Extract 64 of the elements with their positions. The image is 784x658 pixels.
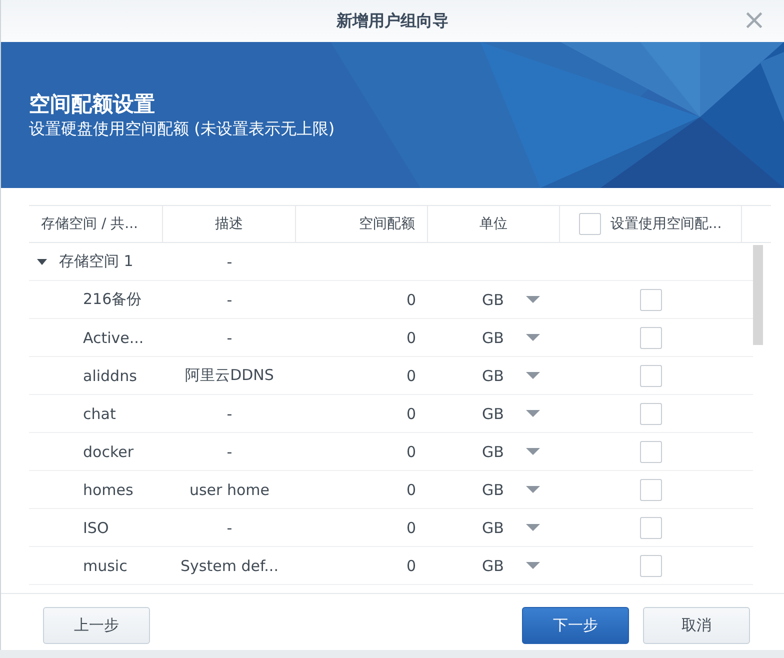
column-header: 存储空间 / 共... bbox=[29, 206, 163, 242]
caret-icon[interactable] bbox=[526, 448, 540, 455]
caret-icon[interactable] bbox=[526, 296, 540, 303]
unit-dropdown[interactable]: GB bbox=[482, 518, 504, 536]
checkbox[interactable] bbox=[640, 516, 662, 538]
table-cell: 216备份 bbox=[83, 290, 142, 309]
checkbox[interactable] bbox=[640, 440, 662, 462]
caret-icon[interactable] bbox=[526, 334, 540, 341]
checkbox[interactable] bbox=[579, 213, 602, 235]
table-cell: System def... bbox=[180, 556, 278, 574]
column-header: 空间配额 bbox=[296, 206, 428, 242]
table-cell: - bbox=[226, 290, 232, 308]
caret-icon[interactable] bbox=[526, 524, 540, 531]
table-cell: - bbox=[226, 328, 232, 346]
quota-field[interactable]: 0 bbox=[406, 328, 416, 346]
column-header: 单位 bbox=[428, 206, 560, 242]
checkbox[interactable] bbox=[640, 554, 662, 576]
unit-dropdown[interactable]: GB bbox=[482, 366, 504, 384]
footer-button[interactable]: 上一步 bbox=[43, 606, 150, 644]
table-cell: music bbox=[83, 556, 128, 574]
unit-dropdown[interactable]: GB bbox=[482, 480, 504, 498]
quota-field[interactable]: 0 bbox=[406, 366, 416, 384]
checkbox[interactable] bbox=[640, 326, 662, 348]
caret-icon[interactable] bbox=[526, 562, 540, 569]
window-title: 新增用户组向导 bbox=[336, 10, 448, 32]
unit-dropdown[interactable]: GB bbox=[482, 556, 504, 574]
quota-field[interactable]: 0 bbox=[406, 442, 416, 460]
table-cell: 阿里云DDNS bbox=[185, 366, 274, 385]
scrollbar-thumb[interactable] bbox=[753, 245, 763, 345]
caret-icon[interactable] bbox=[526, 372, 540, 379]
table-cell: aliddns bbox=[83, 366, 137, 384]
table-cell: user home bbox=[189, 480, 270, 498]
page-subtitle: 设置硬盘使用空间配额 (未设置表示无上限) bbox=[29, 118, 335, 140]
quota-field[interactable]: 0 bbox=[406, 556, 416, 574]
checkbox[interactable] bbox=[640, 364, 662, 386]
unit-dropdown[interactable]: GB bbox=[482, 404, 504, 422]
quota-field[interactable]: 0 bbox=[406, 290, 416, 308]
quota-field[interactable]: 0 bbox=[406, 404, 416, 422]
table-cell: - bbox=[226, 442, 232, 460]
table-cell: - bbox=[226, 404, 232, 422]
quota-field[interactable]: 0 bbox=[406, 480, 416, 498]
footer-button[interactable]: 取消 bbox=[643, 606, 750, 644]
table-cell: - bbox=[226, 252, 232, 270]
table-cell: docker bbox=[83, 442, 134, 460]
table-cell: ISO bbox=[83, 518, 109, 536]
checkbox[interactable] bbox=[640, 478, 662, 500]
expand-caret-icon[interactable] bbox=[37, 258, 47, 264]
caret-icon[interactable] bbox=[526, 410, 540, 417]
table-cell: - bbox=[226, 518, 232, 536]
table-cell: homes bbox=[83, 480, 134, 498]
page-heading: 空间配额设置 bbox=[29, 91, 156, 118]
table-cell: 存储空间 1 bbox=[59, 252, 134, 271]
table-cell: chat bbox=[83, 404, 116, 422]
column-header: 描述 bbox=[163, 206, 296, 242]
unit-dropdown[interactable]: GB bbox=[482, 290, 504, 308]
unit-dropdown[interactable]: GB bbox=[482, 442, 504, 460]
unit-dropdown[interactable]: GB bbox=[482, 328, 504, 346]
column-header: 设置使用空间配... bbox=[560, 206, 742, 242]
caret-icon[interactable] bbox=[526, 486, 540, 493]
next-button[interactable]: 下一步 bbox=[522, 606, 629, 644]
checkbox[interactable] bbox=[640, 288, 662, 310]
table-cell: Active... bbox=[83, 328, 144, 346]
quota-field[interactable]: 0 bbox=[406, 518, 416, 536]
checkbox[interactable] bbox=[640, 402, 662, 424]
